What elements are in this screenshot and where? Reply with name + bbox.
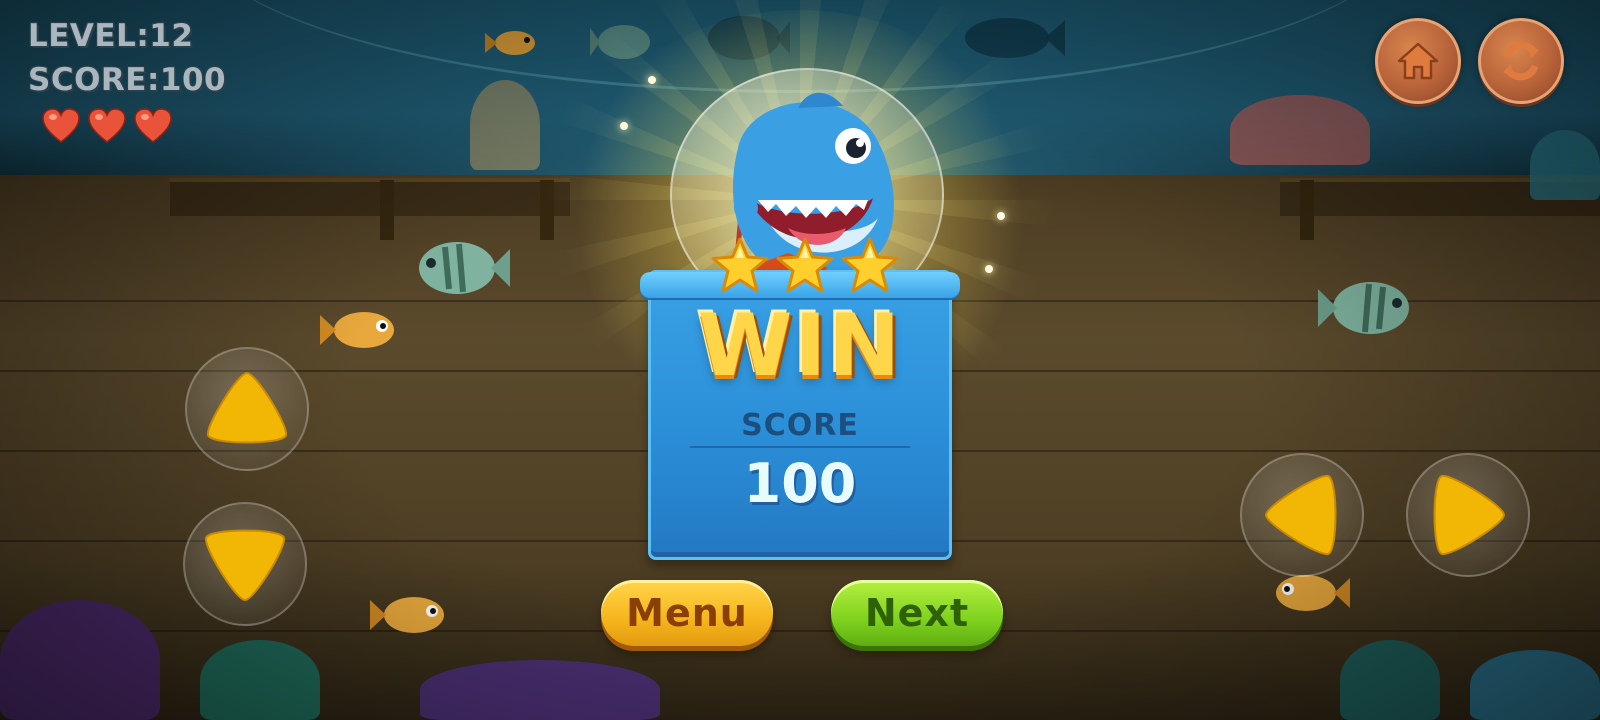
move-left-button[interactable] [1240,453,1364,577]
heart-icon [134,108,172,143]
coral-decoration [1340,640,1440,720]
star-icon [711,237,769,293]
menu-button[interactable]: Menu [601,580,773,646]
star-icon [776,237,834,293]
sparkle [620,122,628,130]
heart-icon [42,108,80,143]
railing-post [380,180,394,240]
coral-decoration [420,660,660,720]
move-right-button[interactable] [1406,453,1530,577]
restart-icon [1503,41,1539,81]
lives-display [42,108,172,144]
arrow-down-icon [205,529,285,602]
coral-decoration [200,640,320,720]
star-icon [841,237,899,293]
orange-fish [320,312,394,348]
home-icon [1397,42,1439,80]
arrow-left-icon [1264,475,1337,555]
score-label: SCORE [741,408,859,443]
sparkle [648,76,656,84]
move-up-button[interactable] [185,347,309,471]
orange-fish [370,597,444,633]
next-button-label: Next [864,591,970,635]
star-rating [710,236,900,296]
green-fish [1318,282,1409,334]
arrow-right-icon [1433,475,1506,555]
sparkle [997,212,1005,220]
coral-decoration [1530,130,1600,200]
menu-button-label: Menu [626,591,748,635]
game-scene: LEVEL:12 SCORE:100 WIN SCORE 100 Menu Ne… [0,0,1600,720]
green-fish [419,242,510,294]
coral-decoration [1230,95,1370,165]
heart-icon [88,108,126,143]
coral-decoration [0,600,160,720]
railing-post [1300,180,1314,240]
move-down-button[interactable] [183,502,307,626]
deck-plank-line [0,630,1600,632]
next-button[interactable]: Next [831,580,1003,646]
coral-decoration [1470,650,1600,720]
restart-button[interactable] [1478,18,1564,104]
score-indicator: SCORE:100 [28,62,227,98]
level-indicator: LEVEL:12 [28,18,194,54]
arrow-up-icon [207,371,287,444]
score-divider [690,446,910,448]
win-title: WIN [697,296,903,396]
home-button[interactable] [1375,18,1461,104]
sparkle [985,265,993,273]
score-value: 100 [743,452,857,515]
